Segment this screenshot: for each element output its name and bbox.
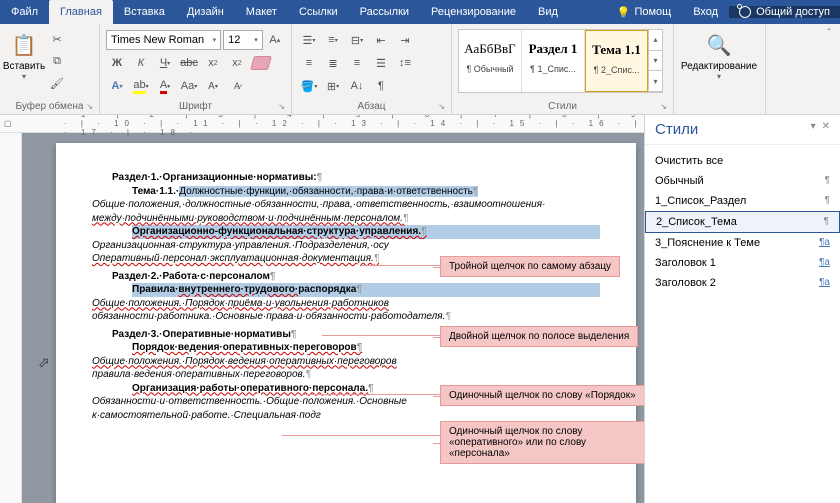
- text-effects[interactable]: A▾: [106, 76, 128, 96]
- style-item-1[interactable]: Раздел 1 ¶ 1_Спис...: [522, 30, 585, 92]
- callout-4: Одиночный щелчок по слову «оперативного»…: [440, 421, 644, 464]
- tab-review[interactable]: Рецензирование: [420, 0, 527, 24]
- collapse-ribbon-icon[interactable]: ˇ: [818, 24, 840, 114]
- dialog-launcher-icon[interactable]: ↘: [438, 102, 445, 111]
- tab-references[interactable]: Ссылки: [288, 0, 349, 24]
- style-item-2[interactable]: Тема 1.1 ¶ 2_Спис...: [585, 30, 648, 92]
- sort-button[interactable]: A↓: [346, 76, 368, 96]
- align-right[interactable]: ≡: [346, 53, 368, 73]
- style-gallery: АаБбВвГ ¶ Обычный Раздел 1 ¶ 1_Спис... Т…: [458, 29, 663, 93]
- borders-button[interactable]: ⊞▾: [322, 76, 344, 96]
- show-marks[interactable]: ¶: [370, 76, 392, 96]
- gallery-down-icon[interactable]: ▾: [648, 51, 662, 72]
- ruler-vertical[interactable]: [0, 133, 22, 503]
- pane-pin-icon[interactable]: ▾: [811, 121, 816, 138]
- style-h1[interactable]: Заголовок 1¶a: [645, 253, 840, 273]
- style-list2[interactable]: 2_Список_Тема¶: [645, 211, 840, 233]
- multilevel-button[interactable]: ⊟▾: [346, 30, 368, 50]
- tab-design[interactable]: Дизайн: [176, 0, 235, 24]
- align-justify[interactable]: ☰: [370, 53, 392, 73]
- cut-button[interactable]: ✂: [46, 29, 68, 49]
- font-color[interactable]: A▾: [154, 76, 176, 96]
- callout-3: Одиночный щелчок по слову «Порядок»: [440, 385, 644, 406]
- align-center[interactable]: ≣: [322, 53, 344, 73]
- style-normal[interactable]: Обычный¶: [645, 171, 840, 191]
- outdent-button[interactable]: ⇤: [370, 30, 392, 50]
- menubar: Файл Главная Вставка Дизайн Макет Ссылки…: [0, 0, 840, 24]
- bullets-button[interactable]: ☰▾: [298, 30, 320, 50]
- grow-font[interactable]: A▴: [265, 30, 285, 50]
- tab-home[interactable]: Главная: [49, 0, 113, 24]
- style-h2[interactable]: Заголовок 2¶a: [645, 273, 840, 293]
- tab-view[interactable]: Вид: [527, 0, 569, 24]
- style-note[interactable]: 3_Пояснение к Теме¶a: [645, 233, 840, 253]
- superscript-button[interactable]: x2: [226, 53, 248, 73]
- tab-file[interactable]: Файл: [0, 0, 49, 24]
- font-selector[interactable]: Times New Roman▾: [106, 30, 221, 50]
- pane-title: Стили: [655, 121, 698, 138]
- shrink-font[interactable]: A▾: [202, 76, 224, 96]
- ruler-horizontal[interactable]: ▢ · 1 · | · 2 · | · 3 · | · 4 · | · 5 · …: [0, 115, 644, 133]
- italic-button[interactable]: К: [130, 53, 152, 73]
- gallery-more-icon[interactable]: ▾: [648, 71, 662, 92]
- eraser-icon[interactable]: [250, 53, 272, 73]
- share-button[interactable]: Общий доступ: [729, 6, 840, 18]
- tab-layout[interactable]: Макет: [235, 0, 288, 24]
- tell-me[interactable]: 💡Помощ: [606, 6, 682, 19]
- copy-button[interactable]: ⧉: [46, 51, 68, 71]
- dialog-launcher-icon[interactable]: ↘: [278, 102, 285, 111]
- callout-1: Тройной щелчок по самому абзацу: [440, 256, 620, 277]
- tab-insert[interactable]: Вставка: [113, 0, 176, 24]
- underline-button[interactable]: Ч▾: [154, 53, 176, 73]
- strike-button[interactable]: abc: [178, 53, 200, 73]
- pane-close-icon[interactable]: ✕: [822, 121, 830, 138]
- font-size-selector[interactable]: 12▾: [223, 30, 263, 50]
- format-painter[interactable]: 🖌: [46, 73, 68, 93]
- numbering-button[interactable]: ≡▾: [322, 30, 344, 50]
- document-area: ▢ · 1 · | · 2 · | · 3 · | · 4 · | · 5 · …: [0, 115, 644, 503]
- ribbon: 📋 Вставить ▾ ✂ ⧉ 🖌 Буфер обмена↘ Times N…: [0, 24, 840, 115]
- dialog-launcher-icon[interactable]: ↘: [86, 102, 93, 111]
- find-icon: 🔍: [705, 31, 733, 59]
- style-item-normal[interactable]: АаБбВвГ ¶ Обычный: [459, 30, 522, 92]
- clipboard-icon: 📋: [10, 31, 38, 59]
- editing-button[interactable]: 🔍 Редактирование ▾: [678, 27, 760, 99]
- gallery-up-icon[interactable]: ▴: [648, 30, 662, 51]
- bold-button[interactable]: Ж: [106, 53, 128, 73]
- share-icon: [739, 6, 751, 18]
- highlight-button[interactable]: ab▾: [130, 76, 152, 96]
- style-list1[interactable]: 1_Список_Раздел¶: [645, 191, 840, 211]
- align-left[interactable]: ≡: [298, 53, 320, 73]
- login[interactable]: Вход: [682, 6, 729, 18]
- callout-2: Двойной щелчок по полосе выделения: [440, 326, 638, 347]
- paste-button[interactable]: 📋 Вставить ▾: [4, 27, 44, 99]
- dialog-launcher-icon[interactable]: ↘: [660, 102, 667, 111]
- styles-pane: Стили ▾ ✕ Очистить все Обычный¶ 1_Список_…: [644, 115, 840, 503]
- subscript-button[interactable]: x2: [202, 53, 224, 73]
- line-spacing[interactable]: ↕≡: [394, 53, 416, 73]
- indent-button[interactable]: ⇥: [394, 30, 416, 50]
- shading-button[interactable]: 🪣▾: [298, 76, 320, 96]
- change-case[interactable]: Aa▾: [178, 76, 200, 96]
- tab-mail[interactable]: Рассылки: [349, 0, 420, 24]
- style-clear[interactable]: Очистить все: [645, 151, 840, 171]
- clear-format[interactable]: A̷: [226, 76, 248, 96]
- cursor-icon: ⬀: [38, 353, 50, 372]
